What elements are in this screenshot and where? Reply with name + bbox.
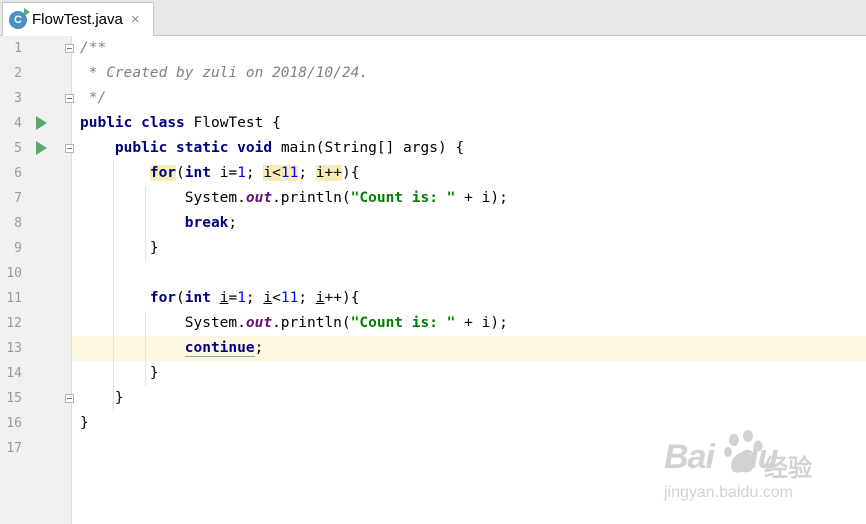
line-number: 6 xyxy=(14,166,22,181)
string-literal: "Count is: " xyxy=(350,190,456,206)
number: 1 xyxy=(237,165,246,181)
variable: i xyxy=(219,290,229,306)
line-number: 2 xyxy=(14,66,22,81)
code-line-11: for(int i=1; i<11; i++){ xyxy=(149,290,360,306)
run-main-icon[interactable] xyxy=(36,141,47,155)
line-number: 12 xyxy=(6,316,22,331)
code-line-4: public class FlowTest { xyxy=(80,111,281,136)
keyword: public xyxy=(80,115,133,131)
keyword: int xyxy=(184,290,211,306)
method-signature: main(String[] args) { xyxy=(272,140,465,156)
variable: i xyxy=(315,290,325,306)
line-number: 13 xyxy=(6,341,22,356)
code-line-8: break; xyxy=(184,215,238,231)
code-line-1: /** xyxy=(80,36,106,61)
code-line-14: } xyxy=(80,361,159,386)
code-line-6: for(int i=1; i<11; i++){ xyxy=(149,165,360,181)
brace: } xyxy=(114,390,124,406)
variable: i xyxy=(263,165,273,181)
keyword: for xyxy=(149,165,177,181)
code-line-2: * Created by zuli on 2018/10/24. xyxy=(80,61,368,86)
line-number: 3 xyxy=(14,91,22,106)
variable: i xyxy=(315,165,325,181)
line-number: 11 xyxy=(6,291,22,306)
expression: + i); xyxy=(455,190,508,206)
number: 11 xyxy=(280,165,299,181)
line-number: 17 xyxy=(6,441,22,456)
editor-gutter: 1 2 3 4 5 6 7 8 9 10 11 12 13 14 15 16 1… xyxy=(0,36,74,524)
code-line-5: public static void main(String[] args) { xyxy=(80,136,464,161)
line-number: 4 xyxy=(14,116,22,131)
string-literal: "Count is: " xyxy=(350,315,456,331)
comment: */ xyxy=(80,90,107,106)
close-icon[interactable]: × xyxy=(131,11,140,28)
code-line-15: } xyxy=(80,386,124,411)
code-line-12: System.out.println("Count is: " + i); xyxy=(80,311,508,336)
variable: i xyxy=(219,165,229,181)
editor-tab-bar: C FlowTest.java × xyxy=(0,0,866,36)
run-class-icon[interactable] xyxy=(36,116,47,130)
code-line-7: System.out.println("Count is: " + i); xyxy=(80,186,508,211)
line-number: 15 xyxy=(6,391,22,406)
brace: } xyxy=(149,365,159,381)
field: out xyxy=(245,190,273,206)
keyword: class xyxy=(141,115,185,131)
keyword: break xyxy=(184,215,229,231)
line-number: 10 xyxy=(6,266,22,281)
line-number: 1 xyxy=(14,41,22,56)
code-line-3: */ xyxy=(80,86,106,111)
class-name: FlowTest { xyxy=(184,115,281,131)
method-call: .println( xyxy=(272,315,351,331)
line-number: 5 xyxy=(14,141,22,156)
line-number: 9 xyxy=(14,241,22,256)
tab-flowtest-java[interactable]: C FlowTest.java × xyxy=(2,2,154,36)
number: 11 xyxy=(280,290,299,306)
keyword: static xyxy=(176,140,229,156)
brace: } xyxy=(149,240,159,256)
keyword: for xyxy=(149,290,177,306)
comment: /** xyxy=(80,40,107,56)
line-number: 8 xyxy=(14,216,22,231)
method-call: .println( xyxy=(272,190,351,206)
comment: * Created by zuli on 2018/10/24. xyxy=(80,65,369,81)
line-number: 7 xyxy=(14,191,22,206)
class-ref: System. xyxy=(184,315,246,331)
keyword: int xyxy=(184,165,211,181)
field: out xyxy=(245,315,273,331)
code-line-13: continue; xyxy=(184,340,264,357)
java-class-icon: C xyxy=(9,7,30,29)
code-line-9: } xyxy=(80,236,159,261)
class-ref: System. xyxy=(184,190,246,206)
line-number: 16 xyxy=(6,416,22,431)
tab-label: FlowTest.java xyxy=(32,11,123,28)
brace: } xyxy=(80,415,89,431)
line-number: 14 xyxy=(6,366,22,381)
runnable-badge-icon xyxy=(24,7,30,16)
code-line-16: } xyxy=(80,411,89,436)
number: 1 xyxy=(237,290,246,306)
code-editor[interactable]: /** * Created by zuli on 2018/10/24. */ … xyxy=(72,36,866,524)
variable: i xyxy=(263,290,273,306)
keyword: continue xyxy=(184,340,255,357)
keyword: public xyxy=(114,140,168,156)
expression: + i); xyxy=(455,315,508,331)
keyword: void xyxy=(237,140,273,156)
